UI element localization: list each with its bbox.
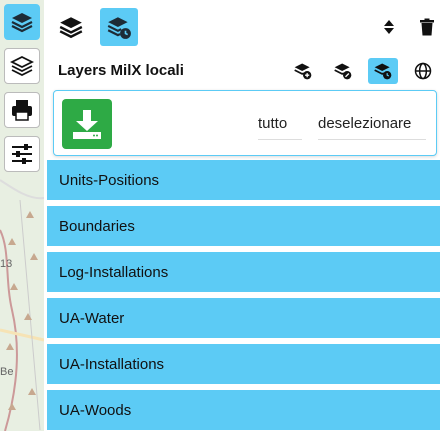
mode-layers-add[interactable] xyxy=(288,58,318,84)
layer-label: Units-Positions xyxy=(59,171,160,189)
layer-item-ua-installations[interactable]: UA-Installations xyxy=(47,344,440,384)
trash-icon xyxy=(420,18,434,36)
map-label: Be xyxy=(0,366,14,378)
sort-button[interactable] xyxy=(370,8,408,46)
mode-globe[interactable] xyxy=(408,58,438,84)
layer-item-ua-water[interactable]: UA-Water xyxy=(47,298,440,338)
layers-icon xyxy=(59,17,83,39)
layer-label: UA-Installations xyxy=(59,355,165,373)
layers-tab[interactable] xyxy=(52,8,90,46)
layer-item-units-positions[interactable]: Units-Positions xyxy=(47,160,440,200)
layers-icon xyxy=(11,13,33,33)
layers-clock-icon xyxy=(374,63,392,80)
mode-layers-clock[interactable] xyxy=(368,58,398,84)
layers-edit-icon xyxy=(334,63,352,80)
delete-button[interactable] xyxy=(408,8,444,46)
layers-outline-button[interactable] xyxy=(4,48,40,84)
layer-label: Log-Installations xyxy=(59,263,169,281)
deselect-button[interactable]: deselezionare xyxy=(318,115,426,140)
sliders-icon xyxy=(12,144,32,164)
layers-outline-icon xyxy=(10,55,34,77)
globe-icon xyxy=(414,62,432,80)
milx-layers-tab[interactable] xyxy=(100,8,138,46)
sort-icon xyxy=(384,20,394,34)
layer-label: UA-Woods xyxy=(59,401,132,419)
mode-layers-edit[interactable] xyxy=(328,58,358,84)
settings-sliders-button[interactable] xyxy=(4,136,40,172)
panel-title: Layers MilX locali xyxy=(58,62,184,79)
layer-item-ua-woods[interactable]: UA-Woods xyxy=(47,390,440,430)
layer-item-log-installations[interactable]: Log-Installations xyxy=(47,252,440,292)
import-card: tutto deselezionare xyxy=(53,90,437,156)
layer-label: Boundaries xyxy=(59,217,135,235)
import-button[interactable] xyxy=(62,99,112,149)
select-all-button[interactable]: tutto xyxy=(258,115,302,140)
layers-add-icon xyxy=(294,63,312,80)
layer-label: UA-Water xyxy=(59,309,125,327)
layer-item-boundaries[interactable]: Boundaries xyxy=(47,206,440,246)
print-button[interactable] xyxy=(4,92,40,128)
download-icon xyxy=(73,110,101,139)
layers-toggle-button[interactable] xyxy=(4,4,40,40)
map-label: 13 xyxy=(0,258,13,270)
layers-clock-icon xyxy=(107,17,131,39)
layers-panel: Layers MilX locali tutto deselezionare U… xyxy=(44,0,444,431)
print-icon xyxy=(12,100,32,121)
